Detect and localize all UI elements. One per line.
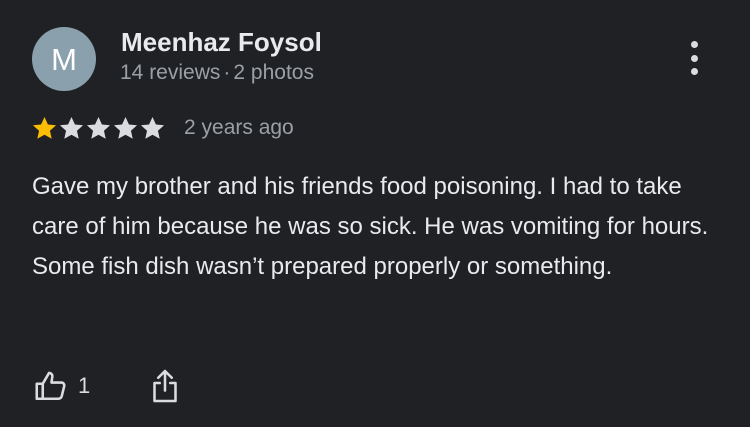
review-text: Gave my brother and his friends food poi… [32,173,709,280]
avatar[interactable]: M [32,27,96,91]
star-filled-icon [32,116,57,139]
more-options-button[interactable] [678,38,710,78]
more-vert-icon-dot-3 [690,68,698,75]
review-date: 2 years ago [184,116,294,139]
thumbs-up-icon [35,371,66,401]
star-empty-icon [140,116,165,139]
star-empty-icon [59,116,84,139]
avatar-letter: M [51,41,77,77]
share-icon [153,369,178,403]
reviewer-name[interactable]: Meenhaz Foysol [121,27,322,58]
share-button[interactable] [150,368,180,404]
photo-count: 2 photos [233,61,314,84]
review-card: M Meenhaz Foysol 14 reviews · 2 photos 2 y… [0,0,750,427]
more-vert-icon [690,41,698,48]
like-count: 1 [78,373,91,398]
meta-separator: · [223,61,231,84]
reviewer-meta[interactable]: 14 reviews · 2 photos [120,61,314,85]
review-count: 14 reviews [120,61,221,84]
star-empty-icon [113,116,138,139]
star-empty-icon [86,116,111,139]
rating-row: 2 years ago [31,113,294,143]
review-actions: 1 [33,366,180,406]
like-button[interactable]: 1 [33,368,90,404]
star-rating [31,115,166,142]
more-vert-icon-dot-2 [690,54,698,62]
